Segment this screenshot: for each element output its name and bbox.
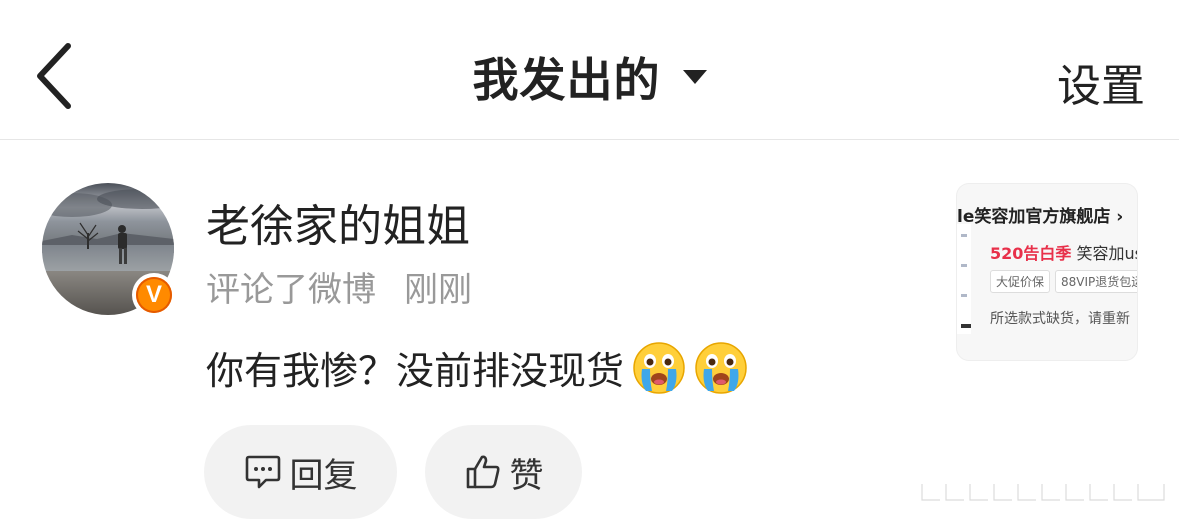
title-dropdown[interactable]: 我发出的 [0, 44, 1179, 110]
comment-content: 你有我惨？没前排没现货 [206, 340, 748, 395]
reply-button[interactable]: 回复 [204, 425, 397, 519]
thumbs-up-icon [466, 455, 500, 489]
top-nav-bar: 我发出的 设置 [0, 0, 1179, 140]
thumbnail-promo-line: 520告白季 笑容加usn [990, 240, 1137, 264]
comment-time: 刚刚 [404, 270, 472, 310]
strip-mark [961, 294, 967, 297]
page-title: 我发出的 [472, 53, 661, 107]
verified-v-icon: V [136, 277, 172, 313]
tag-price-protect: 大促价保 [990, 270, 1051, 293]
tag-return-shipping: 88VIP退货包运 [1055, 270, 1137, 293]
comment-action: 评论了微博 [206, 270, 376, 310]
referenced-post-thumbnail[interactable]: le笑容加官方旗舰店 › 520告白季 笑容加usn 大促价保 88VIP退货包… [957, 184, 1137, 360]
settings-button[interactable]: 设置 [1057, 50, 1145, 114]
strip-mark [961, 324, 971, 328]
crying-face-icon [695, 341, 747, 394]
like-button[interactable]: 赞 [425, 425, 582, 519]
page: 我发出的 设置 V 老徐家的姐姐 评论了微博 刚刚 你有我惨？没前排没现货 le… [0, 0, 1179, 519]
crying-face-icon [633, 341, 685, 394]
reply-label: 回复 [289, 455, 358, 496]
thumbnail-store-name: le笑容加官方旗舰店 › [957, 207, 1124, 227]
promo-rest: 笑容加usn [1076, 244, 1137, 263]
username[interactable]: 老徐家的姐姐 [206, 190, 470, 254]
comment-meta: 评论了微博 刚刚 [206, 262, 472, 311]
caret-down-icon [682, 70, 707, 84]
thumbnail-side-strip [957, 224, 971, 334]
verified-badge: V [132, 273, 176, 317]
promo-highlight: 520告白季 [990, 244, 1072, 263]
like-label: 赞 [509, 455, 544, 496]
watermark-icon [921, 484, 1165, 501]
strip-mark [961, 234, 967, 237]
comment-text: 你有我惨？没前排没现货 [206, 349, 625, 393]
comment-bubble-icon [245, 455, 280, 489]
thumbnail-stock-notice: 所选款式缺货，请重新 [990, 311, 1130, 327]
strip-mark [961, 264, 967, 267]
